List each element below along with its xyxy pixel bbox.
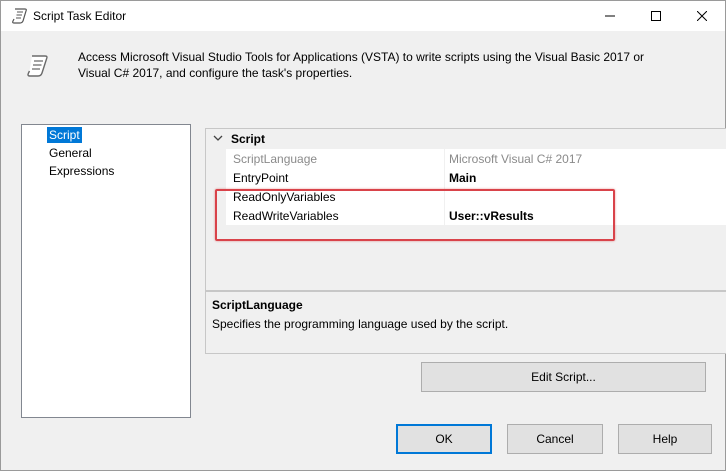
script-task-icon [12, 8, 27, 24]
category-label: Script [231, 132, 266, 146]
title-bar: Script Task Editor [1, 1, 725, 31]
script-scroll-icon [27, 55, 48, 77]
property-value: Microsoft Visual C# 2017 [449, 152, 583, 166]
nav-item-script[interactable]: Script [47, 127, 82, 143]
script-task-editor-window: Script Task Editor Access Microsoft Visu… [0, 0, 726, 471]
description-text: Specifies the programming language used … [212, 317, 509, 331]
description-title: ScriptLanguage [212, 298, 303, 312]
close-button[interactable] [679, 1, 725, 31]
nav-item-general[interactable]: General [47, 145, 94, 161]
property-value: Main [449, 171, 477, 185]
maximize-button[interactable] [633, 1, 679, 31]
close-icon [697, 11, 707, 21]
category-row-script[interactable]: Script [206, 129, 726, 148]
chevron-down-icon[interactable] [212, 132, 224, 144]
header-description: Access Microsoft Visual Studio Tools for… [78, 50, 645, 80]
property-row-scriptlanguage[interactable]: ScriptLanguage Microsoft Visual C# 2017 [226, 149, 726, 169]
minimize-icon [605, 15, 615, 17]
ok-button[interactable]: OK [396, 424, 492, 454]
property-name: ScriptLanguage [233, 152, 318, 166]
property-name: EntryPoint [233, 171, 289, 185]
property-row-entrypoint[interactable]: EntryPoint Main [226, 168, 726, 188]
property-description-panel: ScriptLanguage Specifies the programming… [205, 291, 726, 354]
edit-script-button[interactable]: Edit Script... [421, 362, 706, 392]
page-nav-list: Script General Expressions [21, 124, 191, 418]
nav-item-expressions[interactable]: Expressions [47, 163, 116, 179]
maximize-icon [651, 11, 661, 21]
cancel-button[interactable]: Cancel [507, 424, 603, 454]
minimize-button[interactable] [587, 1, 633, 31]
window-title: Script Task Editor [33, 9, 127, 23]
highlight-annotation-box [215, 189, 615, 241]
help-button[interactable]: Help [618, 424, 712, 454]
